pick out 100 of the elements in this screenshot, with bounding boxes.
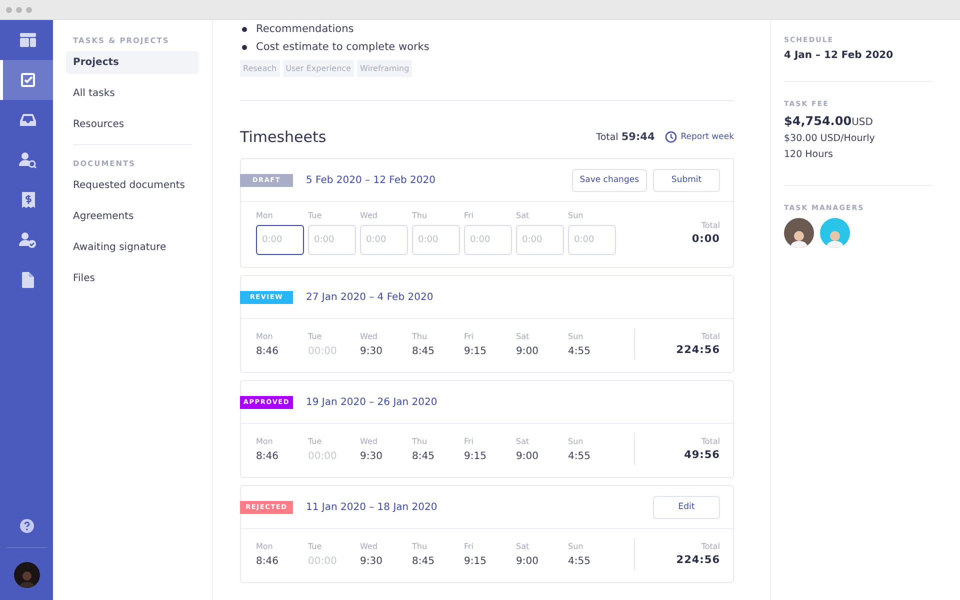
hours-value: 8:45	[412, 556, 436, 566]
action-button[interactable]: Edit	[653, 496, 720, 518]
day-label: Sat	[516, 332, 530, 340]
window-dot[interactable]	[6, 6, 12, 12]
hours-value: 00:00	[308, 346, 338, 356]
day-label: Sun	[568, 211, 584, 220]
hours-value: 8:46	[256, 346, 280, 356]
clock-icon	[664, 131, 677, 143]
total-value: 224:56	[676, 344, 720, 356]
nav-item[interactable]: Awaiting signature	[66, 236, 199, 259]
day-label: Sun	[568, 542, 584, 550]
hours-value: 9:00	[516, 346, 540, 356]
hours-value: 8:45	[412, 450, 436, 462]
day-label: Wed	[360, 332, 378, 340]
user-search-icon	[19, 152, 37, 168]
day-label: Mon	[256, 211, 274, 220]
inbox-icon	[20, 113, 36, 127]
day-label: Fri	[464, 542, 475, 550]
total-value: 224:56	[676, 554, 720, 566]
hours-value: 4:55	[568, 556, 592, 566]
hourly-rate: $30.00 USD/Hourly	[784, 133, 876, 144]
hours-value: 4:55	[568, 346, 592, 356]
day-label: Tue	[308, 332, 323, 340]
hours-value: 9:15	[464, 556, 488, 566]
hours-value: 9:30	[360, 346, 384, 356]
action-button[interactable]: Save changes	[572, 168, 647, 192]
day-label: Wed	[360, 436, 378, 446]
nav-item[interactable]: Resources	[66, 113, 199, 136]
hours-value: 9:30	[360, 556, 384, 566]
bullet-item: Cost estimate to complete works	[256, 40, 430, 54]
day-label: Sat	[516, 542, 530, 550]
total-hours: Total 59:44	[596, 131, 655, 143]
date-range: 11 Jan 2020 – 18 Jan 2020	[306, 502, 438, 512]
schedule-dates: 4 Jan – 12 Feb 2020	[784, 50, 894, 61]
total-label: Total	[701, 437, 720, 446]
day-label: Tue	[308, 542, 323, 550]
report-week-link[interactable]: Report week	[664, 131, 734, 143]
tag: Wireframing	[356, 60, 412, 77]
invoice-icon	[22, 192, 34, 208]
window-dot[interactable]	[16, 6, 22, 12]
day-label: Tue	[308, 211, 323, 220]
section-title: Timesheets	[240, 128, 328, 146]
day-label: Mon	[256, 542, 274, 550]
hours-value: 8:45	[412, 346, 436, 356]
hours-value: 9:00	[516, 556, 540, 566]
manager-avatar[interactable]	[784, 218, 814, 248]
tag: Reseach	[240, 60, 280, 77]
day-label: Wed	[360, 211, 378, 220]
day-label: Thu	[412, 542, 428, 550]
bullet-item: Recommendations	[256, 22, 354, 36]
date-range: 5 Feb 2020 – 12 Feb 2020	[306, 174, 436, 186]
total-value: 49:56	[684, 449, 720, 461]
total-label: Total	[701, 332, 720, 341]
link-text[interactable]: Report week	[680, 132, 734, 142]
total-label: Total	[701, 542, 720, 551]
hours-value: 8:46	[256, 450, 280, 462]
help-icon[interactable]	[20, 519, 34, 533]
nav-item[interactable]: Projects	[66, 51, 199, 74]
total-value: 0:00	[692, 233, 720, 245]
window-dot[interactable]	[26, 6, 32, 12]
nav-item[interactable]: Agreements	[66, 205, 199, 228]
day-label: Sat	[516, 211, 530, 220]
fee-currency: USD	[852, 117, 873, 128]
day-label: Sun	[568, 436, 584, 446]
day-label: Fri	[464, 436, 475, 446]
date-range: 27 Jan 2020 – 4 Feb 2020	[306, 292, 434, 302]
day-label: Fri	[464, 211, 475, 220]
hours-count: 120 Hours	[784, 149, 834, 160]
date-range: 19 Jan 2020 – 26 Jan 2020	[306, 396, 438, 408]
document-icon	[22, 272, 34, 288]
day-label: Sat	[516, 436, 530, 446]
fee-amount: $4,754.00	[784, 114, 852, 128]
hours-value: 00:00	[308, 556, 338, 566]
day-label: Mon	[256, 332, 274, 340]
hours-value: 8:46	[256, 556, 280, 566]
bullet-dot	[242, 44, 247, 50]
action-button[interactable]: Submit	[653, 168, 720, 192]
day-label: Fri	[464, 332, 475, 340]
hours-value: 9:00	[516, 450, 540, 462]
day-label: Thu	[412, 211, 428, 220]
hours-value: 9:15	[464, 346, 488, 356]
checkbox-icon	[21, 73, 35, 87]
hours-input[interactable]: 0:00	[256, 225, 304, 255]
total-label: Total	[701, 221, 720, 230]
hours-value: 4:55	[568, 450, 592, 462]
day-label: Thu	[412, 436, 428, 446]
hours-value: 9:30	[360, 450, 384, 462]
nav-item[interactable]: Files	[66, 267, 199, 290]
nav-item[interactable]: All tasks	[66, 82, 199, 105]
hours-value: 00:00	[308, 450, 338, 462]
user-avatar[interactable]	[14, 562, 40, 588]
tag: User Experience	[282, 60, 354, 77]
layout-icon	[20, 33, 36, 47]
day-label: Mon	[256, 436, 274, 446]
nav-item[interactable]: Requested documents	[66, 174, 199, 197]
rail-nav-button[interactable]	[0, 60, 53, 100]
user-check-icon	[19, 232, 37, 248]
day-label: Thu	[412, 332, 428, 340]
day-label: Sun	[568, 332, 584, 340]
bullet-dot	[242, 26, 247, 32]
